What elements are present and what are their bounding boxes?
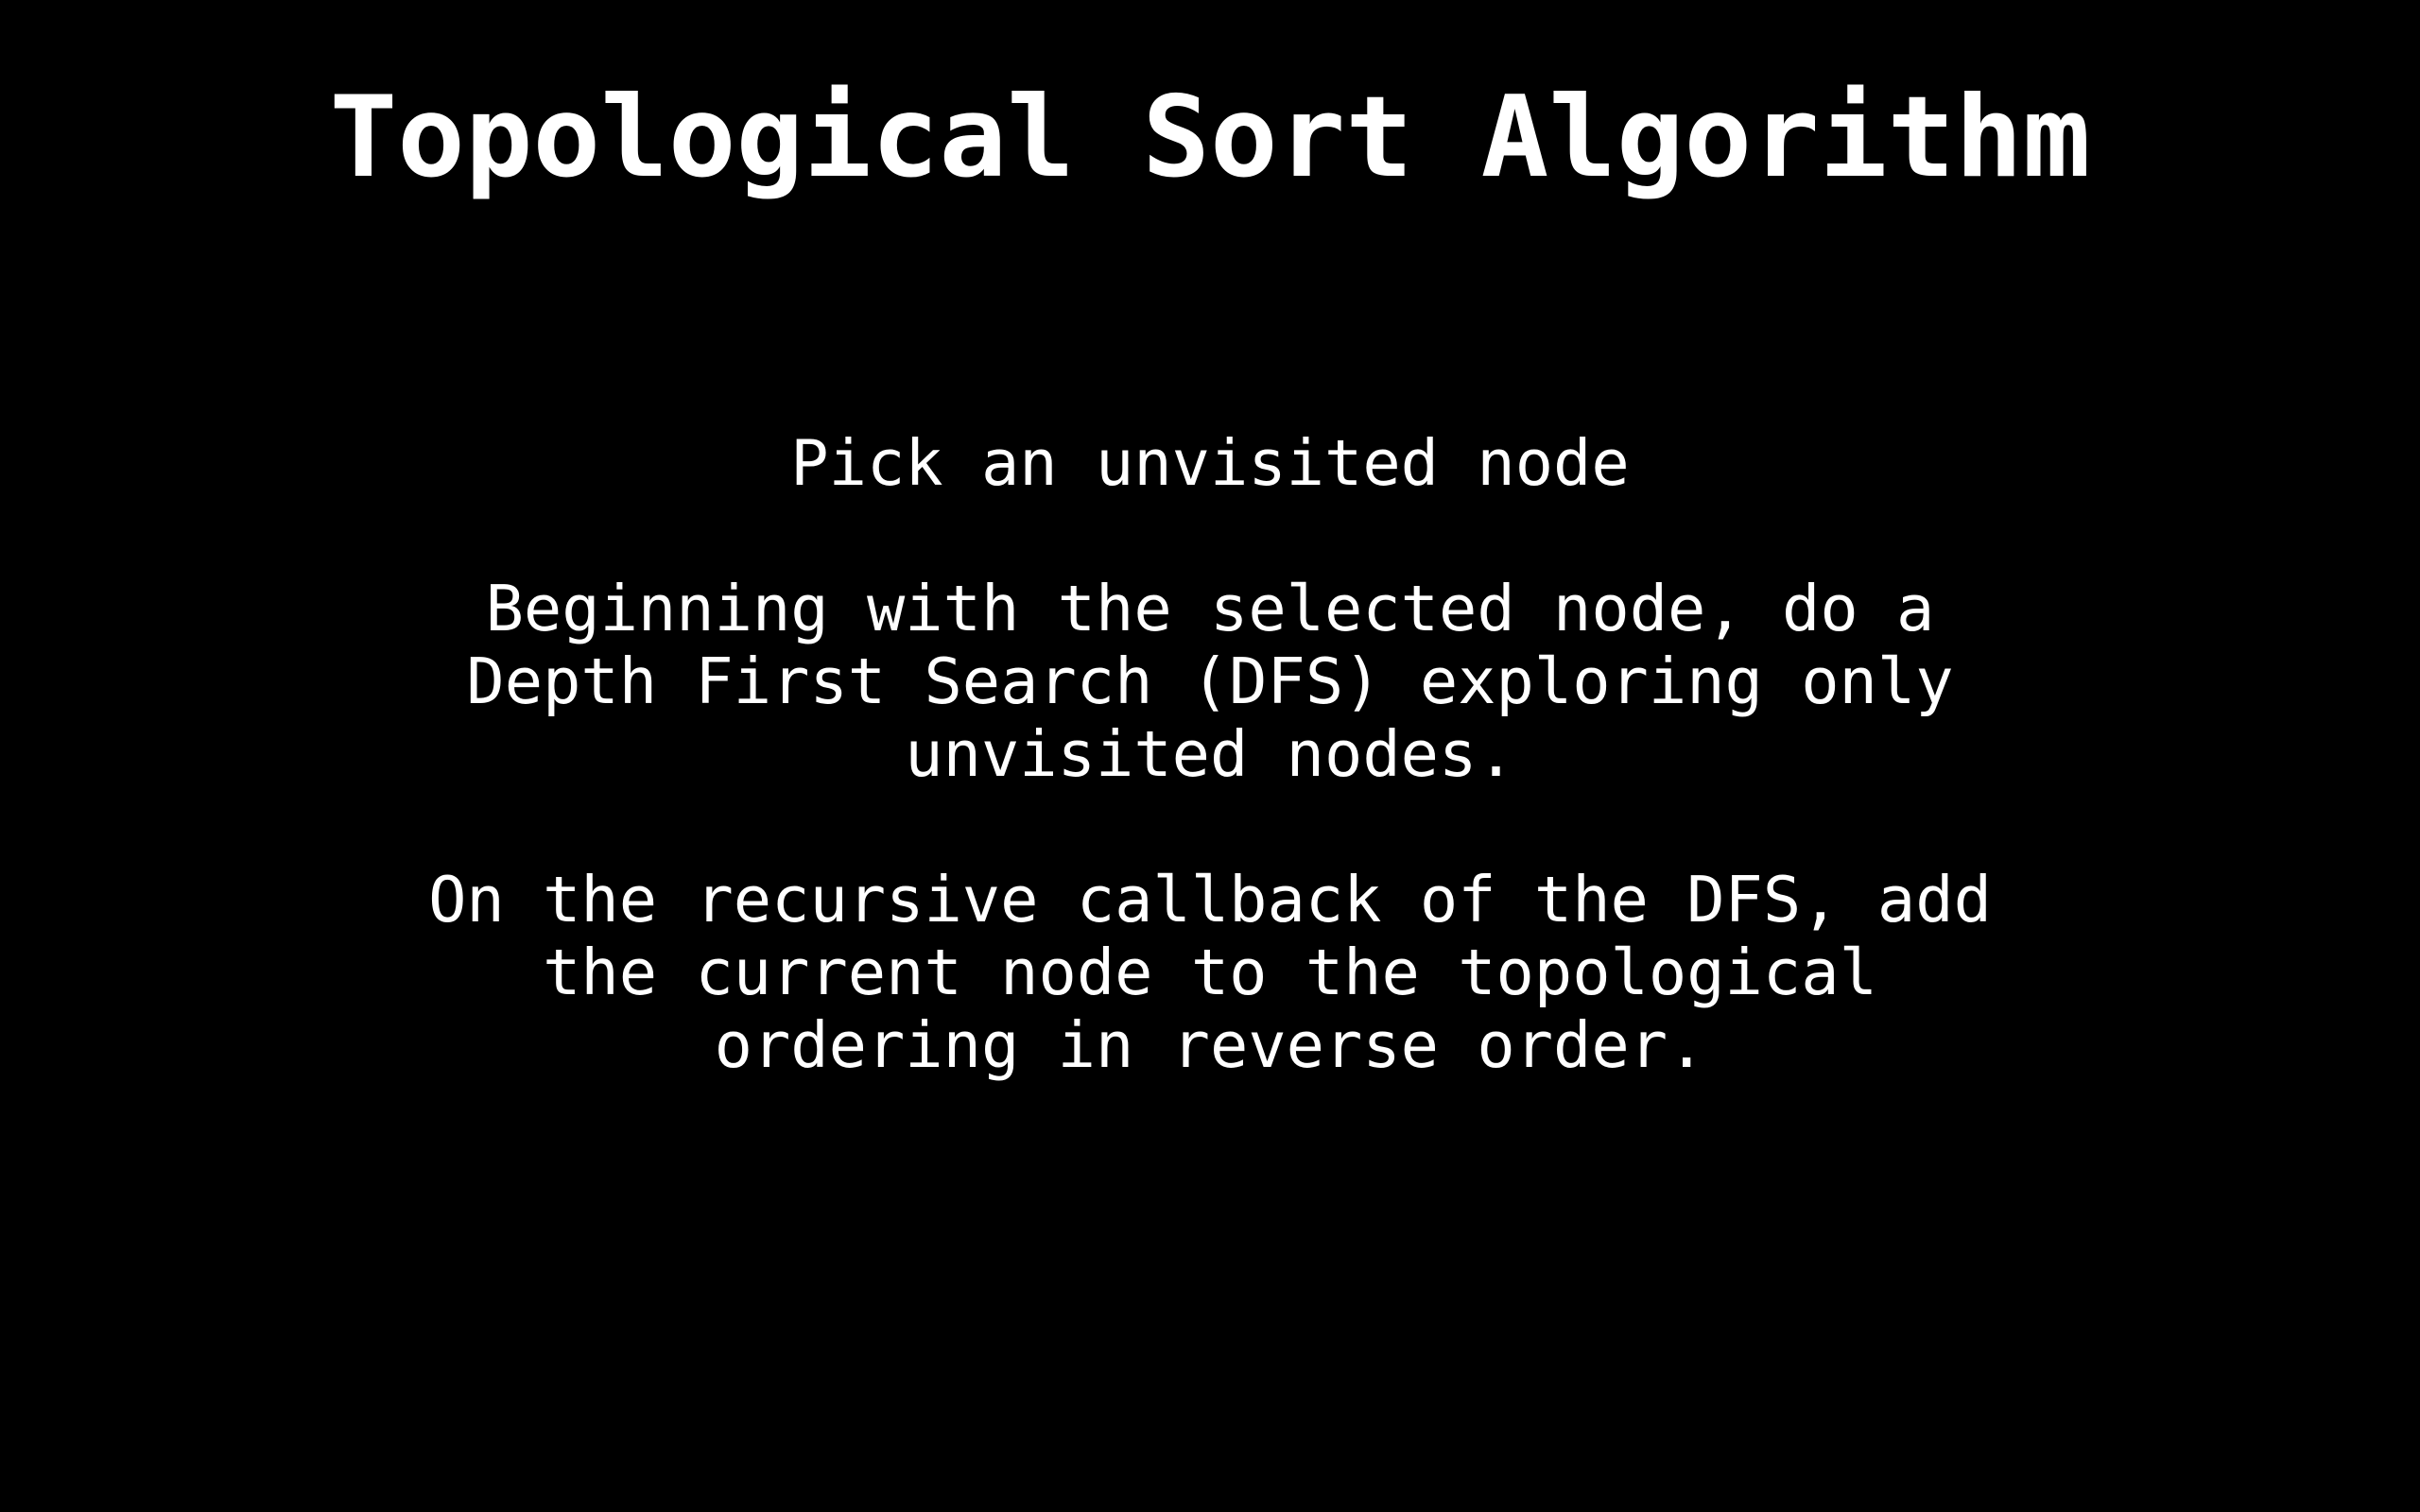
slide-body: Pick an unvisited node Beginning with th… <box>312 427 2108 1082</box>
step-text-line: Beginning with the selected node, do a <box>485 572 1935 645</box>
step-text-line: unvisited nodes. <box>905 717 1515 791</box>
step-dfs: Beginning with the selected node, do a D… <box>312 573 2108 791</box>
slide-title: Topological Sort Algorithm <box>329 73 2091 203</box>
step-pick-node: Pick an unvisited node <box>312 427 2108 500</box>
step-text-line: ordering in reverse order. <box>714 1008 1706 1082</box>
step-text-line: Pick an unvisited node <box>790 426 1630 500</box>
step-text-line: the current node to the topological <box>543 936 1877 1009</box>
step-callback: On the recursive callback of the DFS, ad… <box>312 864 2108 1082</box>
slide: Topological Sort Algorithm Pick an unvis… <box>0 0 2420 1512</box>
step-text-line: Depth First Search (DFS) exploring only <box>466 644 1954 718</box>
step-text-line: On the recursive callback of the DFS, ad… <box>428 863 1992 936</box>
